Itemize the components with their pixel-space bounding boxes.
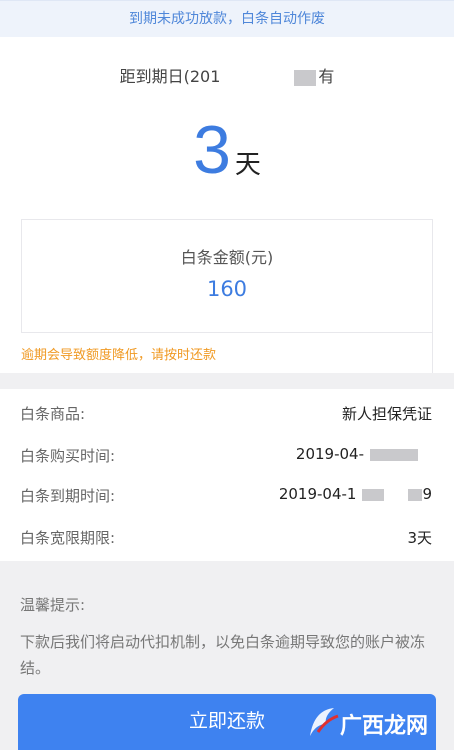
detail-value-container: 2019-04-1 9: [279, 485, 432, 503]
tips-body: 下款后我们将启动代扣机制，以免白条逾期导致您的账户被冻结。: [20, 633, 426, 677]
days-remaining: 3天: [0, 111, 454, 189]
detail-value: 2019-04-: [295, 445, 364, 463]
detail-row-purchase-time: 白条购买时间: 2019-04-: [20, 445, 432, 469]
redacted-area: [220, 69, 295, 86]
amount-box: 白条金额(元) 160: [21, 219, 433, 332]
watermark-text: 广西龙网: [340, 713, 429, 739]
blurred-area: [362, 488, 385, 501]
detail-value: 3天: [407, 529, 432, 547]
divider-vertical: [432, 333, 433, 373]
countdown-label: 距到期日(201 有: [0, 63, 454, 87]
detail-value-tail: 9: [422, 485, 432, 503]
blurred-area: [370, 448, 418, 461]
tips-section: 温馨提示: 下款后我们将启动代扣机制，以免白条逾期导致您的账户被冻结。: [20, 594, 436, 681]
blurred-area: [294, 69, 317, 86]
detail-label: 白条宽限期限:: [20, 529, 116, 547]
countdown-label-suffix: 有: [318, 67, 335, 86]
detail-label: 白条商品:: [20, 405, 86, 423]
days-number: 3: [193, 112, 231, 188]
overdue-warning: 逾期会导致额度降低，请按时还款: [21, 348, 217, 363]
watermark: 广西龙网: [304, 700, 454, 744]
detail-list: 白条商品: 新人担保凭证 白条购买时间: 2019-04- 白条到期时间: 20…: [0, 389, 454, 561]
divider: [21, 332, 433, 333]
detail-value-container: 2019-04-: [296, 445, 418, 463]
watermark-logo-icon: [310, 708, 339, 736]
tips-title: 温馨提示:: [20, 596, 86, 614]
days-unit: 天: [234, 150, 261, 180]
amount-label: 白条金额(元): [180, 248, 274, 267]
detail-row-grace-period: 白条宽限期限: 3天: [20, 527, 432, 551]
amount-value: 160: [206, 277, 248, 301]
blurred-area: [408, 488, 423, 501]
countdown-card: 距到期日(201 有 3天 白条金额(元) 160 逾期会导致额度降低，请按时还款: [0, 37, 454, 373]
notice-banner: 到期未成功放款，白条自动作废: [0, 0, 454, 37]
detail-value: 2019-04-1: [278, 485, 357, 503]
detail-row-product: 白条商品: 新人担保凭证: [20, 403, 432, 427]
detail-label: 白条到期时间:: [20, 487, 116, 505]
detail-label: 白条购买时间:: [20, 447, 116, 465]
detail-row-due-time: 白条到期时间: 2019-04-1 9: [20, 485, 432, 509]
detail-value: 新人担保凭证: [341, 405, 432, 423]
countdown-label-prefix: 距到期日(201: [119, 67, 221, 86]
